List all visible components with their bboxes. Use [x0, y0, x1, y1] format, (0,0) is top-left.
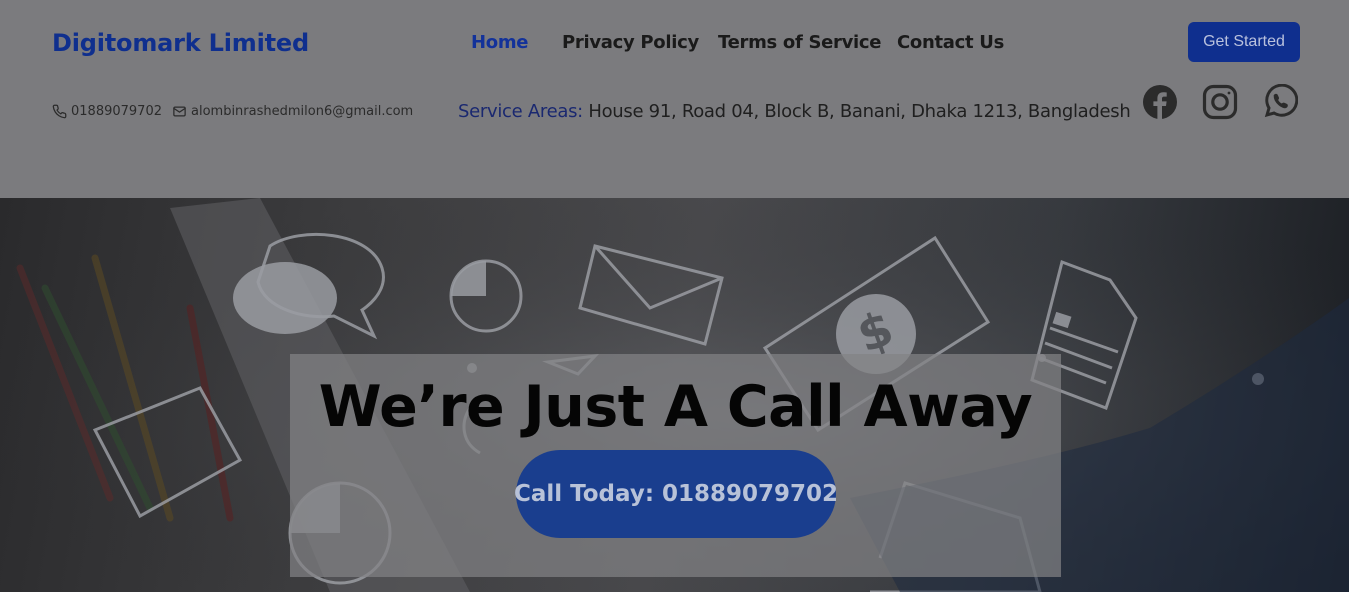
main-nav: Home Privacy Policy Terms of Service Con… [0, 32, 1349, 56]
hero-section: $ We’re Just A Call Away Call Today: 018… [0, 198, 1349, 592]
service-areas: Service Areas: House 91, Road 04, Block … [458, 101, 1131, 122]
service-areas-address: House 91, Road 04, Block B, Banani, Dhak… [588, 101, 1131, 122]
call-today-button[interactable]: Call Today: 01889079702 [514, 450, 838, 538]
get-started-button[interactable]: Get Started [1188, 22, 1300, 62]
contact-phone[interactable]: 01889079702 [52, 104, 162, 119]
nav-item-terms-of-service[interactable]: Terms of Service [718, 32, 882, 53]
contact-email-text: alombinrashedmilon6@gmail.com [191, 104, 414, 119]
hero-headline: We’re Just A Call Away [318, 374, 1033, 440]
contact-phone-text: 01889079702 [71, 104, 162, 119]
nav-item-privacy-policy[interactable]: Privacy Policy [562, 32, 699, 53]
nav-item-home[interactable]: Home [471, 32, 529, 53]
service-areas-label: Service Areas: [458, 101, 583, 122]
instagram-icon[interactable] [1202, 84, 1238, 120]
site-header: Digitomark Limited Home Privacy Policy T… [0, 0, 1349, 198]
envelope-icon [173, 106, 186, 117]
nav-item-contact-us[interactable]: Contact Us [897, 32, 1004, 53]
phone-icon [52, 104, 67, 119]
facebook-icon[interactable] [1142, 84, 1178, 120]
contact-email[interactable]: alombinrashedmilon6@gmail.com [172, 104, 413, 119]
whatsapp-icon[interactable] [1262, 83, 1299, 120]
